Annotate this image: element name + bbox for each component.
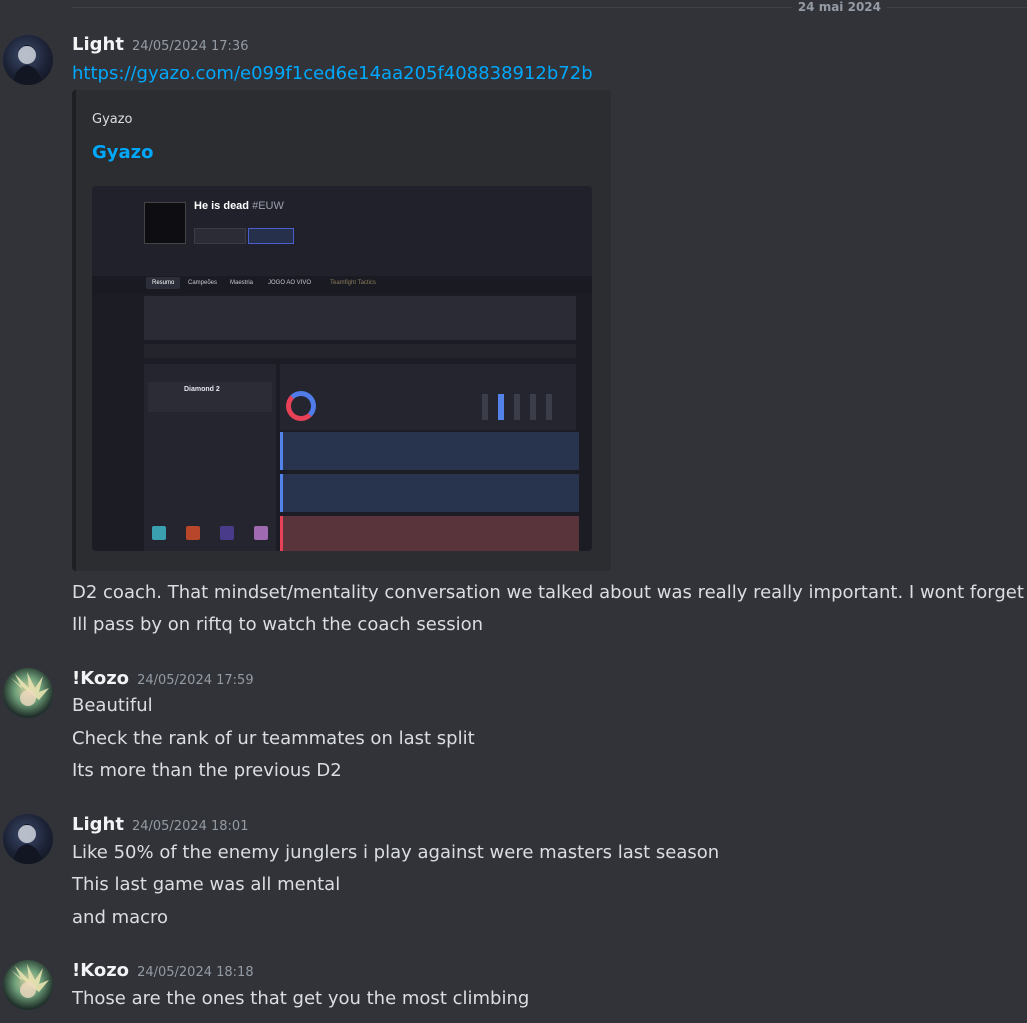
screenshot-tag-text: #EUW <box>252 200 284 212</box>
screenshot-role-bars <box>482 390 566 420</box>
screenshot-profile-icon <box>144 202 186 244</box>
link-embed: Gyazo Gyazo He is dead #EUW Resumo Campe… <box>72 90 611 571</box>
message-timestamp[interactable]: 24/05/2024 17:36 <box>132 39 249 54</box>
screenshot-rank-card: Diamond 2 <box>148 382 272 412</box>
message-content: Like 50% of the enemy junglers i play ag… <box>72 842 720 863</box>
avatar[interactable] <box>3 960 53 1010</box>
screenshot-button <box>248 228 294 244</box>
message-link[interactable]: https://gyazo.com/e099f1ced6e14aa205f408… <box>72 63 593 84</box>
screenshot-rank-text: Diamond 2 <box>184 386 220 393</box>
message-content: and macro <box>72 907 169 928</box>
avatar[interactable] <box>3 814 53 864</box>
embed-provider[interactable]: Gyazo <box>92 112 133 127</box>
message-timestamp[interactable]: 24/05/2024 18:01 <box>132 819 249 834</box>
message-header: Light 24/05/2024 18:01 <box>72 814 248 835</box>
avatar[interactable] <box>3 668 53 718</box>
screenshot-tab: Resumo <box>146 277 181 289</box>
message-timestamp[interactable]: 24/05/2024 17:59 <box>137 673 254 688</box>
screenshot-tab: JOGO AO VIVO <box>268 280 312 286</box>
screenshot-banner <box>144 296 576 340</box>
embed-screenshot: He is dead #EUW Resumo Campeões Maestria… <box>92 186 592 551</box>
screenshot-match-row <box>280 516 579 551</box>
message-header: Light 24/05/2024 17:36 <box>72 34 248 55</box>
message-content: Ill pass by on riftq to watch the coach … <box>72 614 484 635</box>
screenshot-button <box>194 228 246 244</box>
message-content: D2 coach. That mindset/mentality convers… <box>72 582 1027 603</box>
message-content: https://gyazo.com/e099f1ced6e14aa205f408… <box>72 63 593 84</box>
avatar-image <box>13 824 43 864</box>
message-content: Check the rank of ur teammates on last s… <box>72 728 475 749</box>
embed-title[interactable]: Gyazo <box>92 142 154 163</box>
message-content: This last game was all mental <box>72 874 341 895</box>
screenshot-mastery-champions <box>144 526 276 550</box>
message-header: !Kozo 24/05/2024 18:18 <box>72 960 254 981</box>
screenshot-match-row <box>280 474 579 512</box>
embed-image[interactable]: He is dead #EUW Resumo Campeões Maestria… <box>92 186 592 551</box>
avatar-image <box>13 45 43 85</box>
screenshot-summoner-name: He is dead #EUW <box>194 200 284 212</box>
screenshot-tabs: Resumo Campeões Maestria JOGO AO VIVO Te… <box>92 276 592 294</box>
message-content: Those are the ones that get you the most… <box>72 988 530 1009</box>
divider-date: 24 mai 2024 <box>791 0 887 15</box>
avatar-image <box>11 672 49 706</box>
username[interactable]: !Kozo <box>72 668 129 689</box>
screenshot-tab: Campeões <box>188 280 218 286</box>
screenshot-filter-bar <box>144 344 576 358</box>
screenshot-match-row <box>280 432 579 470</box>
username[interactable]: Light <box>72 814 124 835</box>
screenshot-tab: Maestria <box>230 280 254 286</box>
message-content: Beautiful <box>72 695 153 716</box>
screenshot-name-text: He is dead <box>194 200 250 212</box>
username[interactable]: !Kozo <box>72 960 129 981</box>
message-content: Its more than the previous D2 <box>72 760 342 781</box>
message-timestamp[interactable]: 24/05/2024 18:18 <box>137 965 254 980</box>
screenshot-winrate-donut <box>286 391 316 421</box>
username[interactable]: Light <box>72 34 124 55</box>
message-header: !Kozo 24/05/2024 17:59 <box>72 668 254 689</box>
avatar[interactable] <box>3 35 53 85</box>
screenshot-tab: Teamfight Tactics <box>330 280 376 286</box>
avatar-image <box>11 964 49 998</box>
